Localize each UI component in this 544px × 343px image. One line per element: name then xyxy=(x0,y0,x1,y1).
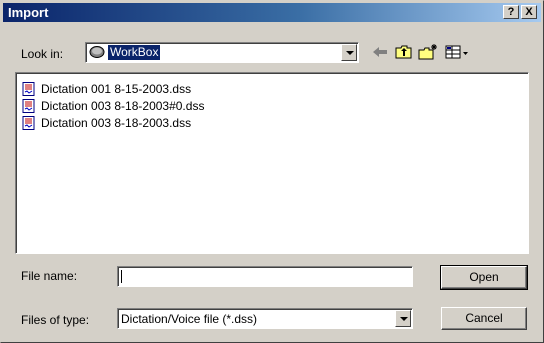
file-item[interactable]: Dictation 003 8-18-2003#0.dss xyxy=(22,98,204,114)
file-name: Dictation 001 8-15-2003.dss xyxy=(41,82,192,96)
back-arrow-icon xyxy=(369,47,391,65)
close-button[interactable]: X xyxy=(521,5,537,19)
file-item[interactable]: Dictation 001 8-15-2003.dss xyxy=(22,81,191,97)
view-menu-button[interactable] xyxy=(443,42,471,62)
file-list[interactable]: Dictation 001 8-15-2003.dss Dictation 00… xyxy=(15,72,529,254)
files-of-type-label: Files of type: xyxy=(21,313,90,327)
look-in-combo[interactable]: WorkBox xyxy=(85,42,359,63)
title-bar[interactable]: Import ? X xyxy=(3,3,541,22)
up-one-level-button[interactable] xyxy=(393,42,415,62)
look-in-dropdown-button[interactable] xyxy=(341,44,357,61)
up-folder-icon xyxy=(393,45,415,65)
dss-file-icon xyxy=(22,99,36,113)
dss-file-icon xyxy=(22,82,36,96)
help-button[interactable]: ? xyxy=(503,5,519,19)
look-in-label: Look in: xyxy=(21,47,64,61)
dss-file-icon xyxy=(22,116,36,130)
look-in-value: WorkBox xyxy=(106,44,162,61)
text-caret xyxy=(121,270,122,283)
files-of-type-dropdown-button[interactable] xyxy=(395,310,411,327)
cancel-button[interactable]: Cancel xyxy=(441,307,527,330)
file-name: Dictation 003 8-18-2003#0.dss xyxy=(41,99,205,113)
files-of-type-combo[interactable]: Dictation/Voice file (*.dss) xyxy=(117,308,413,329)
file-name: Dictation 003 8-18-2003.dss xyxy=(41,116,192,130)
back-button[interactable] xyxy=(369,42,391,62)
new-folder-icon xyxy=(417,44,439,65)
window-title: Import xyxy=(8,5,49,20)
files-of-type-value: Dictation/Voice file (*.dss) xyxy=(121,312,258,326)
open-button[interactable]: Open xyxy=(440,265,528,290)
import-dialog: Import ? X Look in: WorkBox Dictation 00… xyxy=(0,0,544,343)
file-item[interactable]: Dictation 003 8-18-2003.dss xyxy=(22,115,191,131)
new-folder-button[interactable] xyxy=(417,42,439,62)
view-menu-icon xyxy=(443,45,471,65)
file-name-input[interactable] xyxy=(117,266,413,287)
drive-folder-icon xyxy=(89,45,105,59)
file-name-label: File name: xyxy=(21,269,78,283)
